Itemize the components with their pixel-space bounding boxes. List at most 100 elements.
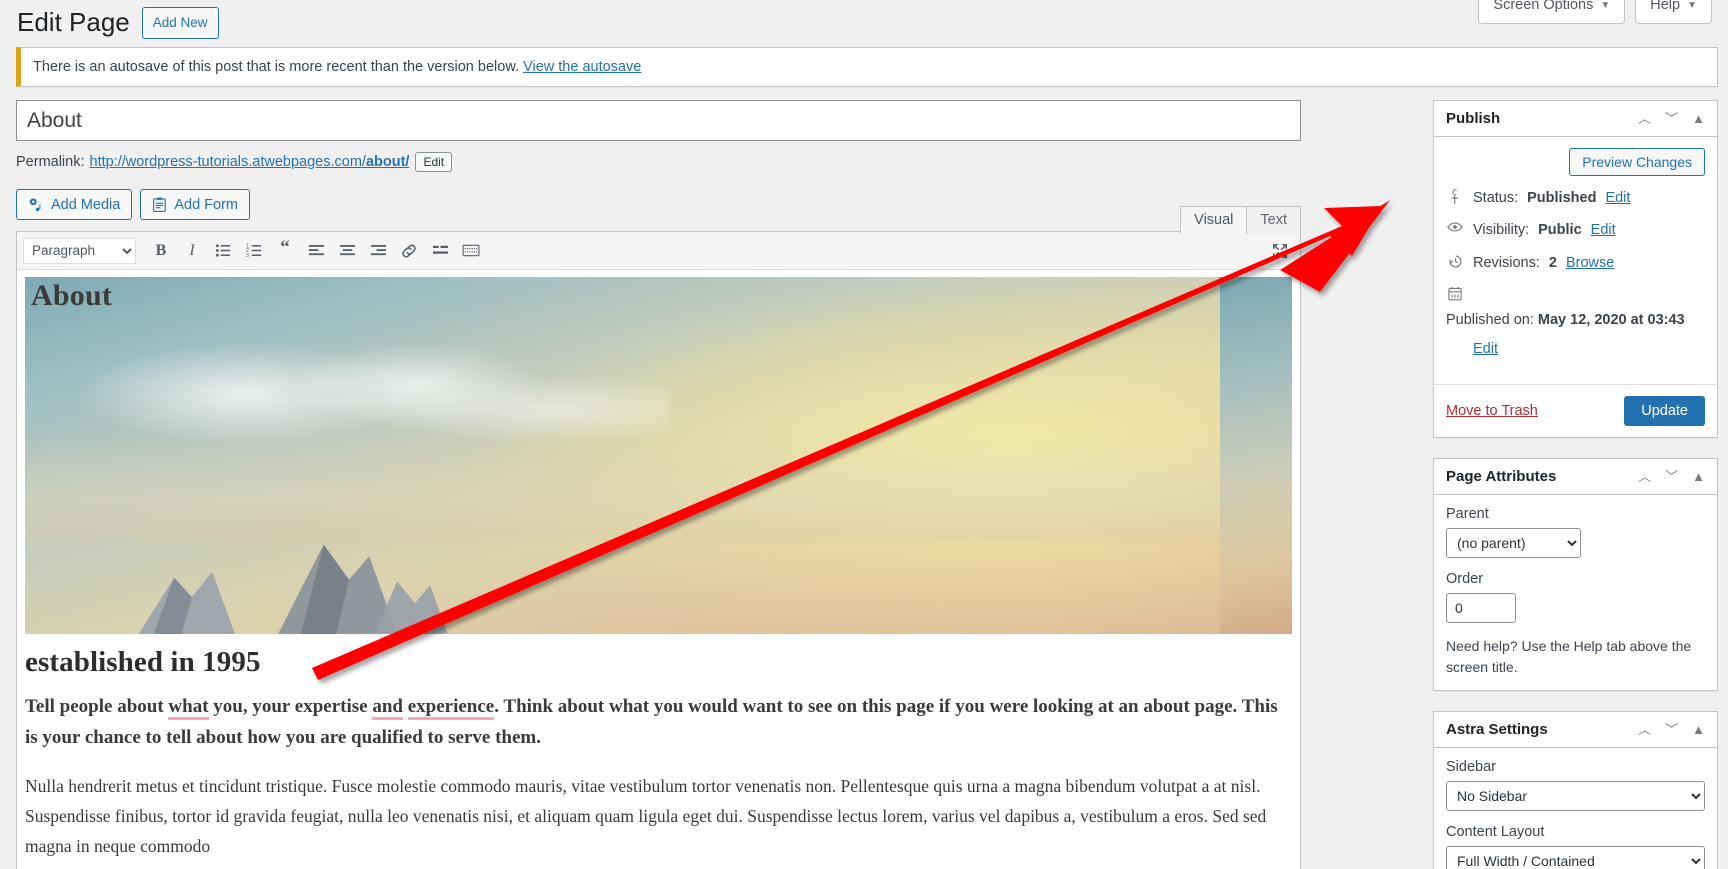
move-up-icon[interactable]: ︿ [1638, 723, 1651, 736]
visibility-row: Visibility: Public Edit [1446, 220, 1705, 240]
editor-content-area[interactable]: About established in 1995 Tell people ab… [17, 270, 1300, 869]
toggle-panel-icon[interactable]: ▲ [1692, 112, 1705, 125]
align-left-button[interactable] [302, 237, 330, 265]
chevron-down-icon: ▼ [1687, 0, 1697, 11]
paragraph-format-select[interactable]: Paragraph [23, 237, 136, 264]
toolbar-toggle-button[interactable] [457, 237, 485, 265]
revisions-label: Revisions: [1473, 254, 1540, 271]
edit-published-date-link[interactable]: Edit [1473, 339, 1705, 359]
spellcheck-word: and [372, 696, 403, 720]
astra-settings-header: Astra Settings ︿ ﹀ ▲ [1434, 712, 1717, 749]
add-form-label: Add Form [174, 196, 238, 213]
editor-mode-tabs: Visual Text [1180, 206, 1301, 234]
post-content: established in 1995 Tell people about wh… [17, 634, 1300, 861]
autosave-notice-text: There is an autosave of this post that i… [33, 59, 520, 75]
intro-text-run [403, 696, 408, 717]
bold-button[interactable]: B [147, 237, 175, 265]
move-down-icon[interactable]: ﹀ [1665, 723, 1678, 736]
move-up-icon[interactable]: ︿ [1638, 112, 1651, 125]
read-more-button[interactable] [426, 237, 454, 265]
page-attributes-controls: ︿ ﹀ ▲ [1638, 470, 1705, 483]
help-button[interactable]: Help ▼ [1635, 0, 1712, 24]
post-title-input[interactable] [16, 100, 1301, 141]
astra-sidebar-select[interactable]: No Sidebar [1446, 781, 1705, 812]
insert-link-icon[interactable] [395, 237, 423, 265]
toggle-panel-icon[interactable]: ▲ [1692, 723, 1705, 736]
publish-box: Publish ︿ ﹀ ▲ Preview Changes Status: Pu… [1433, 100, 1718, 439]
align-center-button[interactable] [333, 237, 361, 265]
parent-label: Parent [1446, 506, 1489, 523]
italic-button[interactable]: I [178, 237, 206, 265]
move-up-icon[interactable]: ︿ [1638, 470, 1651, 483]
add-form-button[interactable]: Add Form [140, 189, 250, 220]
hero-right-strip [1220, 277, 1292, 634]
page-attributes-body: Parent (no parent) Order Need help? Use … [1434, 495, 1717, 690]
astra-content-layout-select[interactable]: Full Width / Contained [1446, 846, 1705, 869]
hero-haze [25, 434, 1292, 542]
astra-settings-controls: ︿ ﹀ ▲ [1638, 723, 1705, 736]
screen-meta-links: Screen Options ▼ Help ▼ [1478, 0, 1712, 24]
page-header: Edit Page Add New [17, 6, 219, 40]
svg-text:3: 3 [246, 253, 249, 259]
chevron-down-icon: ▼ [1600, 0, 1611, 11]
view-autosave-link[interactable]: View the autosave [523, 59, 641, 75]
wordpress-edit-page-screen: Screen Options ▼ Help ▼ Edit Page Add Ne… [0, 0, 1728, 869]
content-body-paragraph: Nulla hendrerit metus et tincidunt trist… [25, 775, 1267, 856]
preview-row: Preview Changes [1446, 148, 1705, 176]
browse-revisions-link[interactable]: Browse [1566, 253, 1614, 273]
add-media-button[interactable]: Add Media [16, 189, 133, 220]
camera-icon [28, 197, 44, 213]
calendar-icon [1446, 285, 1464, 301]
published-on-row: Published on: May 12, 2020 at 03:43 Edit [1446, 285, 1705, 360]
content-intro-paragraph: Tell people about what you, your experti… [25, 692, 1292, 754]
move-to-trash-link[interactable]: Move to Trash [1446, 403, 1538, 419]
page-attributes-title: Page Attributes [1446, 468, 1557, 486]
align-right-button[interactable] [364, 237, 392, 265]
blockquote-button[interactable]: “ [271, 237, 299, 265]
astra-settings-body: Sidebar No Sidebar Content Layout Full W… [1434, 748, 1717, 869]
mountain-peaks-graphic [139, 544, 449, 634]
astra-settings-title: Astra Settings [1446, 721, 1548, 739]
editor-toolbar: Paragraph B I 1 2 3 “ [17, 232, 1300, 270]
revisions-value: 2 [1548, 254, 1557, 271]
screen-options-label: Screen Options [1493, 0, 1594, 13]
add-new-button[interactable]: Add New [141, 7, 219, 39]
astra-sidebar-label: Sidebar [1446, 759, 1496, 776]
status-value: Published [1527, 190, 1597, 206]
move-down-icon[interactable]: ﹀ [1665, 470, 1678, 483]
fullscreen-icon[interactable] [1266, 237, 1294, 265]
sidebar-column: Publish ︿ ﹀ ▲ Preview Changes Status: Pu… [1433, 100, 1718, 869]
numbered-list-button[interactable]: 1 2 3 [240, 237, 268, 265]
page-title: Edit Page [17, 7, 130, 37]
permalink-link[interactable]: http://wordpress-tutorials.atwebpages.co… [90, 154, 410, 170]
editor-main-column: Permalink: http://wordpress-tutorials.at… [16, 100, 1301, 869]
publish-footer: Move to Trash Update [1434, 384, 1717, 437]
order-input[interactable] [1446, 593, 1516, 624]
tab-text[interactable]: Text [1246, 206, 1301, 234]
intro-text-run: Tell people about [25, 696, 169, 717]
page-attributes-help-note: Need help? Use the Help tab above the sc… [1446, 638, 1692, 675]
screen-options-button[interactable]: Screen Options ▼ [1478, 0, 1626, 24]
hero-image: About [25, 277, 1292, 634]
toggle-panel-icon[interactable]: ▲ [1692, 470, 1705, 483]
permalink-row: Permalink: http://wordpress-tutorials.at… [16, 152, 1301, 172]
update-button[interactable]: Update [1624, 396, 1705, 427]
pin-icon [1446, 188, 1464, 204]
edit-permalink-button[interactable]: Edit [415, 152, 453, 172]
permalink-label: Permalink: [16, 154, 85, 170]
move-down-icon[interactable]: ﹀ [1665, 112, 1678, 125]
tab-visual[interactable]: Visual [1180, 206, 1248, 234]
edit-visibility-link[interactable]: Edit [1591, 220, 1616, 240]
spellcheck-word: experience [407, 696, 495, 720]
preview-changes-button[interactable]: Preview Changes [1569, 148, 1705, 176]
revisions-row: Revisions: 2 Browse [1446, 253, 1705, 273]
publish-box-body: Preview Changes Status: Published Edit V… [1434, 137, 1717, 384]
autosave-notice: There is an autosave of this post that i… [16, 47, 1718, 87]
visibility-label: Visibility: [1473, 222, 1530, 239]
page-attributes-header: Page Attributes ︿ ﹀ ▲ [1434, 459, 1717, 496]
edit-status-link[interactable]: Edit [1605, 188, 1630, 208]
status-label: Status: [1473, 190, 1519, 206]
bulleted-list-button[interactable] [209, 237, 237, 265]
parent-select[interactable]: (no parent) [1446, 528, 1581, 559]
publish-box-controls: ︿ ﹀ ▲ [1638, 112, 1705, 125]
